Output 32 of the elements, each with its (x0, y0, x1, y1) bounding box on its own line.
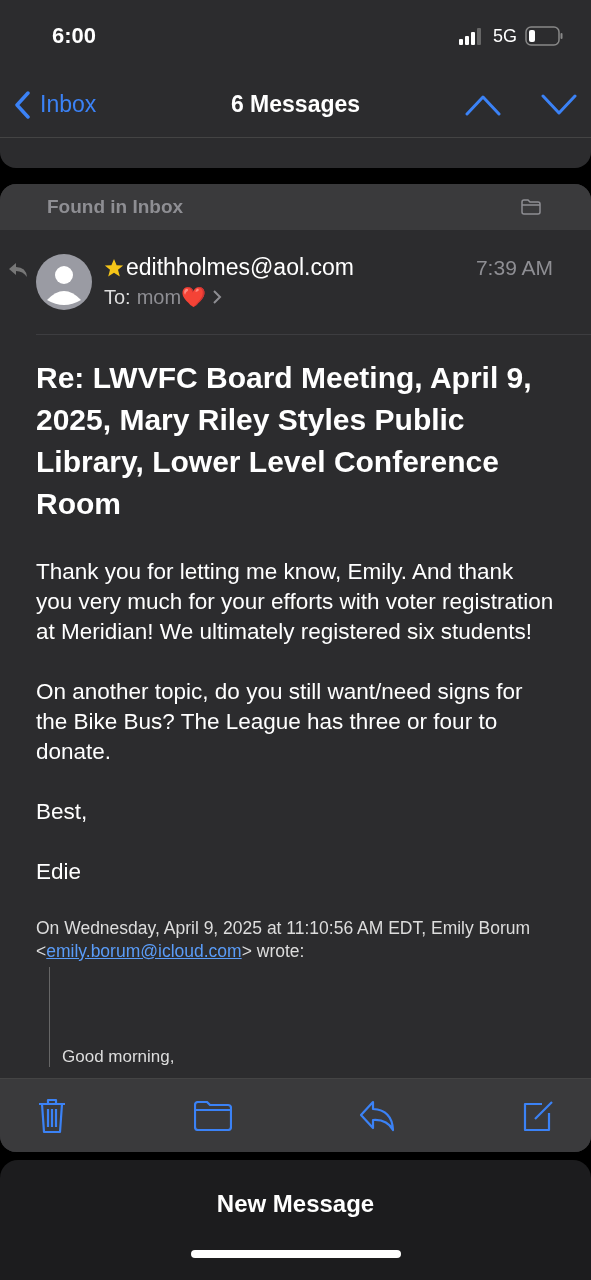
body-paragraph: Best, (36, 798, 89, 826)
email-link[interactable]: emily.borum@icloud.com (46, 941, 242, 961)
heart-emoji: ❤ (181, 285, 207, 309)
folder-icon[interactable] (521, 199, 541, 215)
replied-icon (8, 262, 28, 278)
previous-message-button[interactable] (465, 93, 501, 116)
battery-icon (525, 26, 563, 46)
avatar-icon (36, 254, 92, 310)
next-message-button[interactable] (541, 93, 577, 116)
recipient-name[interactable]: mom (136, 285, 182, 309)
reply-button[interactable] (359, 1099, 395, 1132)
sender-address[interactable]: edithholmes@aol.com (126, 254, 354, 281)
clock-time: 6:00 (52, 23, 97, 49)
network-label: 5G (493, 25, 517, 47)
quote-header: On Wednesday, April 9, 2025 at 11:10:56 AM EDT, Emily Borum <emily.borum@icloud.com> wrote: (36, 917, 532, 963)
trash-button[interactable] (37, 1097, 67, 1134)
compose-button[interactable] (522, 1099, 554, 1132)
new-message-sheet[interactable]: New Message (0, 1160, 591, 1280)
folder-button[interactable] (194, 1100, 232, 1131)
back-button[interactable]: Inbox (14, 90, 97, 119)
sheet-title: New Message (216, 1190, 375, 1218)
nav-title: 6 Messages (230, 91, 361, 117)
back-chevron-icon (14, 90, 30, 119)
body-paragraph: Thank you for letting me know, Emily. And thank you very much for your efforts with voter registration at Meridian! We ultimately registered six students! (36, 558, 555, 646)
chevron-icon[interactable] (212, 289, 223, 305)
body-paragraph: Edie (36, 858, 83, 886)
mailbox-label: Found in Inbox (47, 196, 184, 218)
message-subject: Re: LWVFC Board Meeting, April 9, 2025, Mary Riley Styles Public Library, Lower Level Conference Room (36, 360, 533, 522)
to-label: To: (104, 285, 131, 309)
body-paragraph: On another topic, do you still want/need signs for the Bike Bus? The League has three or four to donate. (36, 678, 524, 766)
message-time: 7:39 AM (475, 256, 553, 280)
quoted-text: Good morning, (62, 1047, 176, 1067)
